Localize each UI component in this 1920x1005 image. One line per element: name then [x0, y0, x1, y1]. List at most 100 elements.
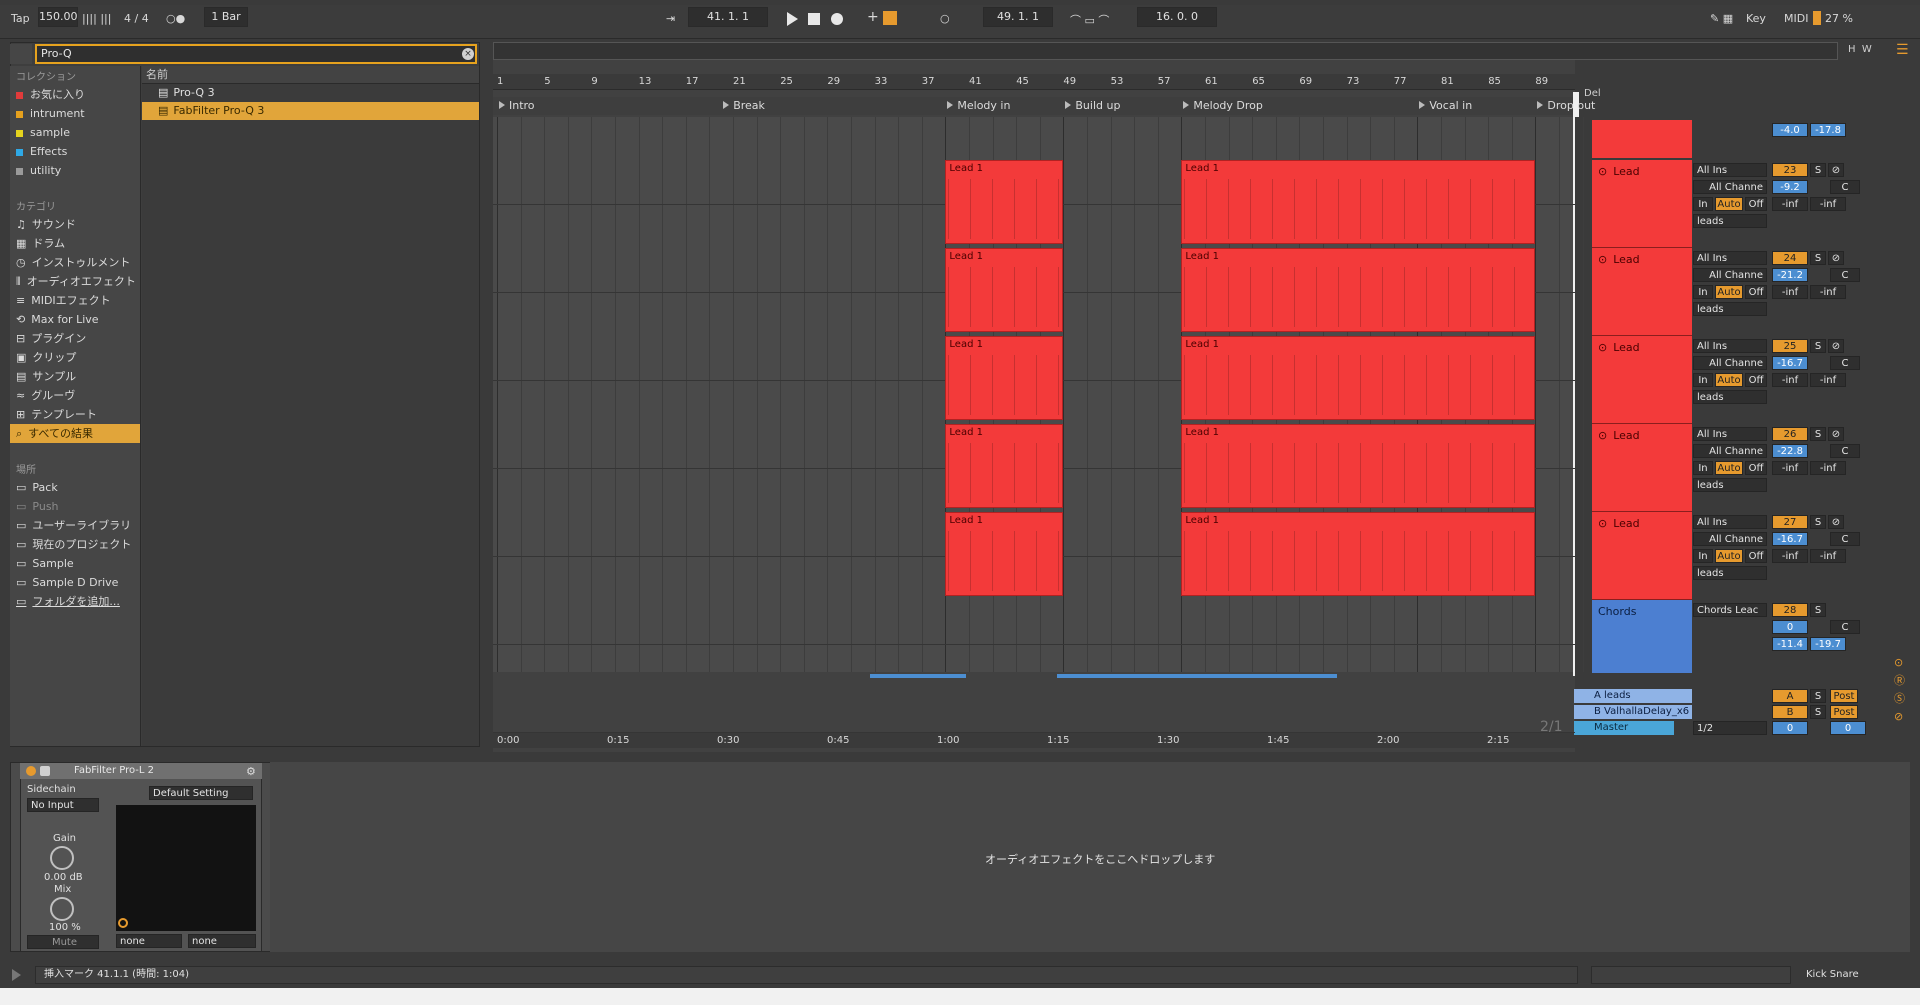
- bar-number[interactable]: 77: [1394, 76, 1407, 87]
- category-item[interactable]: ▤ サンプル: [10, 367, 140, 386]
- category-item[interactable]: ≡ MIDIエフェクト: [10, 291, 140, 310]
- fold-icon[interactable]: ⊙: [1598, 341, 1607, 354]
- place-item[interactable]: ▭ Push: [10, 497, 140, 516]
- time-ruler[interactable]: [493, 732, 1575, 748]
- track-lane[interactable]: [493, 645, 1575, 733]
- input-channel-select[interactable]: All Channe: [1693, 180, 1767, 194]
- midi-clip[interactable]: Lead 1: [1181, 160, 1536, 244]
- midi-clip[interactable]: Lead 1: [1181, 248, 1536, 332]
- track-name[interactable]: ⊙ Lead: [1592, 424, 1692, 447]
- category-item[interactable]: ⊟ プラグイン: [10, 329, 140, 348]
- place-item[interactable]: ▭ 現在のプロジェクト: [10, 535, 140, 554]
- bar-number[interactable]: 5: [544, 76, 550, 87]
- bar-number[interactable]: 21: [733, 76, 746, 87]
- input-select[interactable]: Chords Leac: [1693, 603, 1767, 617]
- locator-icon[interactable]: [723, 101, 730, 109]
- midi-clip[interactable]: Lead 1: [1181, 512, 1536, 596]
- locator-icon[interactable]: [1183, 101, 1190, 109]
- input-channel-select[interactable]: All Channe: [1693, 356, 1767, 370]
- bar-number[interactable]: 49: [1063, 76, 1076, 87]
- play-icon[interactable]: [787, 12, 798, 26]
- bar-number[interactable]: 81: [1441, 76, 1454, 87]
- locator-marker[interactable]: Vocal in: [1429, 99, 1472, 112]
- place-item[interactable]: ▭ Pack: [10, 478, 140, 497]
- midi-clip[interactable]: Lead 1: [945, 424, 1064, 508]
- bar-number[interactable]: 33: [875, 76, 888, 87]
- place-item[interactable]: ▭ ユーザーライブラリ: [10, 516, 140, 535]
- monitor-in-button[interactable]: In: [1693, 549, 1713, 563]
- post-button[interactable]: Post: [1830, 705, 1858, 719]
- locator-marker[interactable]: Melody Drop: [1193, 99, 1263, 112]
- power-icon[interactable]: [26, 766, 36, 776]
- locator-icon[interactable]: [947, 101, 954, 109]
- midi-clip[interactable]: Lead 1: [945, 248, 1064, 332]
- category-item[interactable]: ♫ サウンド: [10, 215, 140, 234]
- result-item[interactable]: ▤ Pro-Q 3: [142, 84, 479, 102]
- fold-icon[interactable]: ⊙: [1598, 429, 1607, 442]
- bar-number[interactable]: 37: [922, 76, 935, 87]
- master-volume[interactable]: 0: [1772, 721, 1808, 735]
- input-type-select[interactable]: All Ins: [1693, 339, 1767, 353]
- monitor-auto-button[interactable]: Auto: [1715, 461, 1743, 475]
- time-marker[interactable]: 0:15: [607, 735, 629, 746]
- key-map-button[interactable]: Key: [1746, 12, 1766, 25]
- plugin-display[interactable]: [116, 805, 256, 931]
- metronome-button[interactable]: ○●: [166, 12, 185, 25]
- track-name[interactable]: ⊙ Lead: [1592, 248, 1692, 271]
- category-item[interactable]: ≈ グルーヴ: [10, 386, 140, 405]
- locator-icon[interactable]: [1419, 101, 1426, 109]
- volume-field[interactable]: -22.8: [1772, 444, 1808, 458]
- mix-knob[interactable]: [50, 897, 74, 921]
- clear-search-icon[interactable]: ×: [462, 48, 474, 60]
- io-buttons[interactable]: ⊙ Ⓡ Ⓢ ⊘: [1894, 654, 1905, 726]
- tap-button[interactable]: Tap: [11, 12, 30, 25]
- pan-field[interactable]: C: [1830, 444, 1860, 458]
- song-position[interactable]: 41. 1. 1: [688, 7, 768, 27]
- bar-number[interactable]: 73: [1347, 76, 1360, 87]
- locator-icon[interactable]: [499, 101, 505, 109]
- cue-select[interactable]: 1/2: [1693, 721, 1767, 735]
- bar-number[interactable]: 61: [1205, 76, 1218, 87]
- time-marker[interactable]: 2:00: [1377, 735, 1399, 746]
- locator-marker[interactable]: Build up: [1075, 99, 1120, 112]
- midi-clip[interactable]: Lead 1: [945, 160, 1064, 244]
- monitor-auto-button[interactable]: Auto: [1715, 549, 1743, 563]
- wrench-icon[interactable]: ⚙: [246, 765, 256, 778]
- punch-icons[interactable]: ⌒ ▭ ⌒: [1070, 12, 1109, 28]
- locator-marker[interactable]: Intro: [509, 99, 535, 112]
- input-type-select[interactable]: All Ins: [1693, 515, 1767, 529]
- track-header[interactable]: ⊙ Lead: [1592, 512, 1692, 600]
- category-item[interactable]: ◷ インストゥルメント: [10, 253, 140, 272]
- collection-item[interactable]: Effects: [10, 142, 140, 161]
- track-number[interactable]: 26: [1772, 427, 1808, 441]
- track-number[interactable]: 25: [1772, 339, 1808, 353]
- bar-number[interactable]: 17: [686, 76, 699, 87]
- return-track[interactable]: B ValhallaDelay_x6: [1574, 705, 1692, 719]
- input-type-select[interactable]: All Ins: [1693, 427, 1767, 441]
- height-buttons[interactable]: H W: [1848, 44, 1872, 55]
- track-header[interactable]: ⊙ Lead: [1592, 160, 1692, 248]
- category-item[interactable]: ▣ クリップ: [10, 348, 140, 367]
- device-title[interactable]: FabFilter Pro-L 2: [20, 763, 262, 779]
- fold-icon[interactable]: ⊙: [1598, 517, 1607, 530]
- monitor-off-button[interactable]: Off: [1745, 285, 1767, 299]
- collection-item[interactable]: お気に入り: [10, 85, 140, 104]
- solo-button[interactable]: S: [1810, 427, 1826, 441]
- track-header[interactable]: ⊙ Lead: [1592, 336, 1692, 424]
- bar-number[interactable]: 1: [497, 76, 503, 87]
- track-header[interactable]: ⊙ Lead: [1592, 424, 1692, 512]
- fold-icon[interactable]: ⊙: [1598, 253, 1607, 266]
- arm-icon[interactable]: ⊘: [1828, 427, 1844, 441]
- time-marker[interactable]: 0:30: [717, 735, 739, 746]
- session-record-icon[interactable]: ○: [940, 12, 950, 25]
- chords-track-header[interactable]: Chords: [1592, 600, 1692, 673]
- track-name[interactable]: ⊙ Lead: [1592, 336, 1692, 359]
- locator-icon[interactable]: [1537, 101, 1544, 109]
- solo-button[interactable]: S: [1810, 705, 1826, 719]
- result-item[interactable]: ▤ FabFilter Pro-Q 3: [142, 102, 479, 120]
- monitor-in-button[interactable]: In: [1693, 197, 1713, 211]
- monitor-off-button[interactable]: Off: [1745, 197, 1767, 211]
- track-number[interactable]: 23: [1772, 163, 1808, 177]
- return-track[interactable]: A leads: [1574, 689, 1692, 703]
- loop-start[interactable]: 49. 1. 1: [983, 7, 1053, 27]
